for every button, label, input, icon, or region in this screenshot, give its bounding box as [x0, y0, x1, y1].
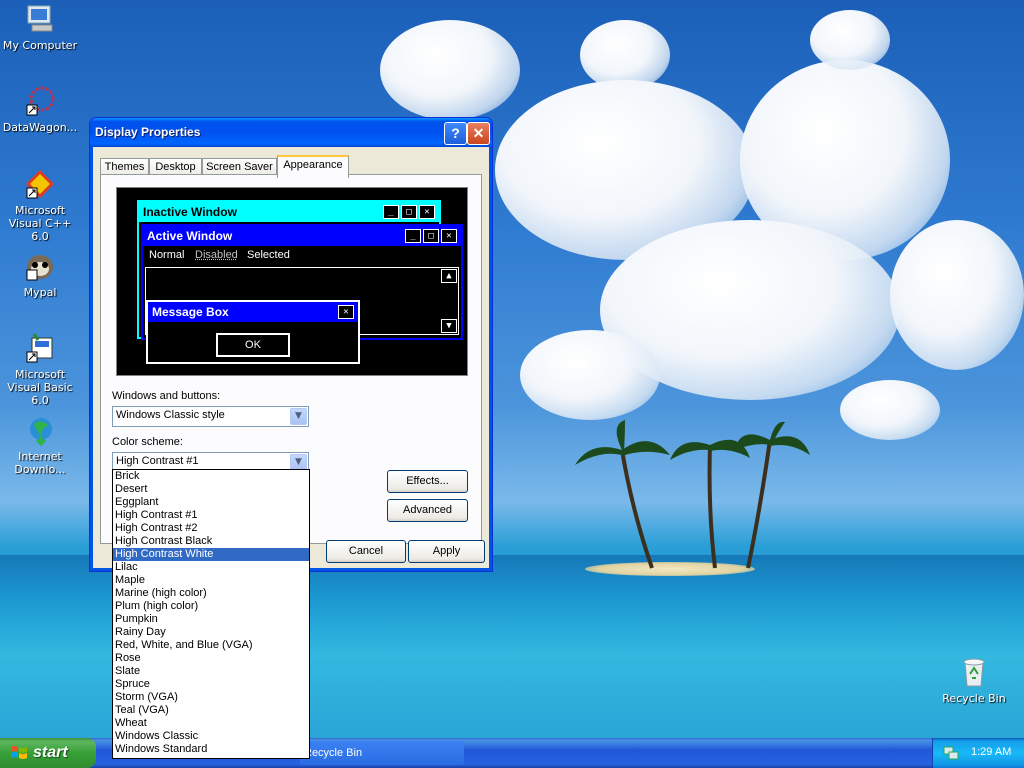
- taskbar-item-recycle-bin[interactable]: Recycle Bin: [300, 741, 464, 765]
- system-tray: 1:29 AM: [932, 738, 1024, 768]
- chevron-down-icon[interactable]: ▼: [290, 408, 307, 425]
- dropdown-option-highlighted[interactable]: High Contrast White: [113, 548, 309, 561]
- dropdown-option[interactable]: Wheat: [113, 717, 309, 730]
- desktop-icon-label: DataWagon...: [2, 121, 78, 134]
- minimize-icon: _: [405, 229, 421, 243]
- dropdown-option[interactable]: Teal (VGA): [113, 704, 309, 717]
- close-icon: ✕: [419, 205, 435, 219]
- cloud: [380, 20, 520, 120]
- preview-menu-normal: Normal: [149, 249, 185, 261]
- dropdown-option[interactable]: Eggplant: [113, 496, 309, 509]
- scroll-down-icon: ▼: [441, 319, 457, 333]
- color-scheme-label: Color scheme:: [112, 436, 183, 448]
- desktop-icon-label: Mypal: [23, 286, 57, 299]
- desktop-icon-recycle-bin[interactable]: Recycle Bin: [934, 656, 1014, 705]
- maximize-icon: □: [401, 205, 417, 219]
- network-icon[interactable]: [943, 745, 959, 761]
- dropdown-option[interactable]: Pumpkin: [113, 613, 309, 626]
- dropdown-option[interactable]: Red, White, and Blue (VGA): [113, 639, 309, 652]
- windows-buttons-label: Windows and buttons:: [112, 390, 221, 402]
- visual-basic-icon: [24, 332, 56, 364]
- help-button[interactable]: ?: [444, 122, 467, 145]
- palm-trees: [575, 420, 810, 569]
- windows-logo-icon: [11, 746, 27, 759]
- window-title: Display Properties: [95, 125, 201, 139]
- recycle-bin-icon: [958, 656, 990, 688]
- dropdown-option[interactable]: Plum (high color): [113, 600, 309, 613]
- dropdown-option[interactable]: Storm (VGA): [113, 691, 309, 704]
- datawagon-icon: [24, 85, 56, 117]
- preview-message-title: Message Box: [148, 302, 358, 322]
- cloud: [840, 380, 940, 440]
- preview-message-box: Message Box ✕ OK: [146, 300, 360, 364]
- desktop-icon-visual-cpp[interactable]: Microsoft Visual C++ 6.0: [0, 168, 80, 243]
- dropdown-option[interactable]: High Contrast #2: [113, 522, 309, 535]
- my-computer-icon: [24, 3, 56, 35]
- dropdown-option[interactable]: Windows Classic: [113, 730, 309, 743]
- taskbar-item-label: Recycle Bin: [304, 747, 363, 759]
- dropdown-option[interactable]: Rainy Day: [113, 626, 309, 639]
- maximize-icon: □: [423, 229, 439, 243]
- dropdown-option[interactable]: High Contrast Black: [113, 535, 309, 548]
- window-titlebar[interactable]: Display Properties ? ✕: [90, 118, 492, 147]
- start-button[interactable]: start: [0, 738, 96, 768]
- preview-ok-button: OK: [216, 333, 290, 357]
- desktop-icon-label: Internet Downlo...: [14, 450, 66, 476]
- desktop-icon-visual-basic[interactable]: Microsoft Visual Basic 6.0: [0, 332, 80, 407]
- dropdown-option[interactable]: Maple: [113, 574, 309, 587]
- dropdown-option[interactable]: Slate: [113, 665, 309, 678]
- dropdown-option[interactable]: Windows Standard: [113, 743, 309, 756]
- effects-button[interactable]: Effects...: [387, 470, 468, 493]
- desktop-icon-label: Microsoft Visual Basic 6.0: [7, 368, 73, 407]
- cancel-button[interactable]: Cancel: [326, 540, 406, 563]
- close-icon: ✕: [441, 229, 457, 243]
- dropdown-option[interactable]: High Contrast #1: [113, 509, 309, 522]
- start-label: start: [33, 744, 68, 761]
- desktop-icon-label: Microsoft Visual C++ 6.0: [8, 204, 72, 243]
- cloud: [890, 220, 1024, 370]
- cloud: [520, 330, 660, 420]
- dropdown-option[interactable]: Marine (high color): [113, 587, 309, 600]
- dropdown-option[interactable]: Brick: [113, 470, 309, 483]
- desktop-icon-my-computer[interactable]: My Computer: [0, 3, 80, 52]
- clock[interactable]: 1:29 AM: [971, 746, 1011, 758]
- preview-menu-disabled: Disabled: [195, 249, 238, 261]
- desktop-icon-mypal[interactable]: Mypal: [0, 250, 80, 299]
- tab-appearance[interactable]: Appearance: [277, 155, 349, 178]
- desktop-icon-datawagon[interactable]: DataWagon...: [0, 85, 80, 134]
- desktop-icon-label: Recycle Bin: [942, 692, 1006, 705]
- dropdown-option[interactable]: Lilac: [113, 561, 309, 574]
- dropdown-option[interactable]: Spruce: [113, 678, 309, 691]
- preview-menu-selected: Selected: [247, 249, 290, 261]
- mypal-icon: [24, 250, 56, 282]
- color-scheme-value: High Contrast #1: [116, 455, 199, 467]
- advanced-button[interactable]: Advanced: [387, 499, 468, 522]
- cloud: [810, 10, 890, 70]
- visual-cpp-icon: [24, 168, 56, 200]
- close-button[interactable]: ✕: [467, 122, 490, 145]
- desktop-icon-internet-download[interactable]: Internet Downlo...: [0, 414, 80, 476]
- minimize-icon: _: [383, 205, 399, 219]
- dropdown-option[interactable]: Rose: [113, 652, 309, 665]
- dropdown-option[interactable]: Desert: [113, 483, 309, 496]
- apply-button[interactable]: Apply: [408, 540, 485, 563]
- windows-buttons-select[interactable]: Windows Classic style ▼: [112, 406, 309, 427]
- internet-download-icon: [24, 414, 56, 447]
- scroll-up-icon: ▲: [441, 269, 457, 283]
- close-icon: ✕: [338, 305, 354, 319]
- appearance-preview: Inactive Window _ □ ✕ Active Window _ □ …: [116, 187, 468, 376]
- color-scheme-dropdown-list[interactable]: Brick Desert Eggplant High Contrast #1 H…: [112, 469, 310, 759]
- desktop-icon-label: My Computer: [2, 39, 78, 52]
- windows-buttons-value: Windows Classic style: [116, 409, 225, 421]
